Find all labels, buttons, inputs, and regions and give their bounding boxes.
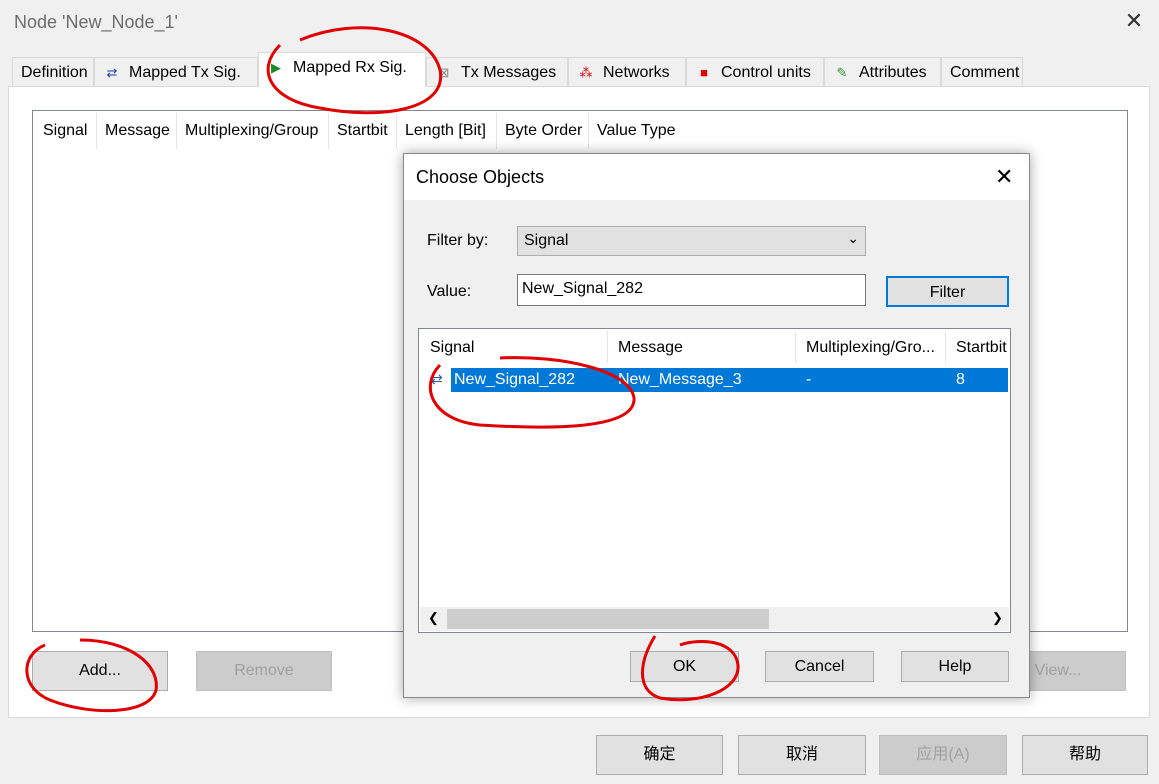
window-title: Node 'New_Node_1' xyxy=(14,12,178,32)
column-header[interactable]: Length [Bit] xyxy=(397,113,497,149)
horizontal-scrollbar[interactable]: ❮ ❯ xyxy=(420,607,1009,631)
tab-control-units[interactable]: ■ Control units xyxy=(686,57,824,86)
filter-by-select[interactable]: Signal ⌄ xyxy=(517,226,866,256)
tab-label: Mapped Tx Sig. xyxy=(129,64,241,81)
column-header[interactable]: Message xyxy=(97,113,177,149)
column-header[interactable]: Signal xyxy=(35,113,97,149)
tab-label: Control units xyxy=(721,64,811,81)
choose-objects-dialog: Choose Objects ✕ Filter by: Signal ⌄ Val… xyxy=(403,153,1030,698)
filter-by-label: Filter by: xyxy=(427,232,489,249)
column-header[interactable]: Message xyxy=(608,331,796,363)
mapped-rx-icon: ▶ xyxy=(271,60,281,75)
column-header[interactable]: Multiplexing/Group xyxy=(177,113,329,149)
tab-attributes[interactable]: ✎ Attributes xyxy=(824,57,941,86)
tab-networks[interactable]: ⁂ Networks xyxy=(568,57,686,86)
dialog-cancel-button[interactable]: Cancel xyxy=(765,651,874,682)
column-header[interactable]: Value Type xyxy=(589,113,1125,149)
tab-label: Mapped Rx Sig. xyxy=(293,59,407,76)
tab-label: Comment xyxy=(950,64,1020,81)
apply-button: 应用(A) xyxy=(879,735,1007,775)
column-header[interactable]: Multiplexing/Gro... xyxy=(796,331,946,363)
tab-comment[interactable]: Comment xyxy=(941,57,1023,86)
scroll-right-icon[interactable]: ❯ xyxy=(992,610,1003,626)
message-icon: ⊠ xyxy=(438,65,450,80)
filter-button[interactable]: Filter xyxy=(886,276,1009,307)
remove-button: Remove xyxy=(196,651,332,691)
ok-button[interactable]: 确定 xyxy=(596,735,723,775)
value-label: Value: xyxy=(427,283,472,300)
value-input[interactable]: New_Signal_282 xyxy=(517,274,866,306)
dialog-ok-button[interactable]: OK xyxy=(630,651,739,682)
filter-by-value: Signal xyxy=(524,232,569,249)
dialog-title: Choose Objects xyxy=(404,154,1029,200)
attributes-icon: ✎ xyxy=(836,65,848,80)
dialog-help-button[interactable]: Help xyxy=(901,651,1009,682)
scrollbar-thumb[interactable] xyxy=(447,609,769,629)
control-unit-icon: ■ xyxy=(700,65,708,80)
scroll-left-icon[interactable]: ❮ xyxy=(428,610,439,626)
tab-mapped-rx[interactable]: ▶ Mapped Rx Sig. xyxy=(258,52,426,87)
cancel-button[interactable]: 取消 xyxy=(738,735,866,775)
tab-label: Definition xyxy=(21,64,88,81)
help-button[interactable]: 帮助 xyxy=(1022,735,1148,775)
table-row[interactable]: New_Signal_282 New_Message_3 - 8 xyxy=(451,368,1008,392)
tab-label: Attributes xyxy=(859,64,927,81)
tab-label: Networks xyxy=(603,64,670,81)
cell-message: New_Message_3 xyxy=(618,371,742,388)
chevron-down-icon: ⌄ xyxy=(847,230,859,246)
column-header[interactable]: Byte Order xyxy=(497,113,589,149)
column-header[interactable]: Signal xyxy=(420,331,608,363)
objects-list[interactable]: Signal Message Multiplexing/Gro... Start… xyxy=(418,328,1011,633)
column-header[interactable]: Startbit xyxy=(329,113,397,149)
tab-label: Tx Messages xyxy=(461,64,557,81)
cell-multiplexing: - xyxy=(806,371,812,388)
tab-definition[interactable]: Definition xyxy=(12,57,94,86)
tab-mapped-tx[interactable]: ⇄ Mapped Tx Sig. xyxy=(94,57,258,86)
network-icon: ⁂ xyxy=(579,65,593,80)
add-button[interactable]: Add... xyxy=(32,651,168,691)
column-header[interactable]: Startbit xyxy=(946,331,1010,363)
close-icon[interactable]: ✕ xyxy=(1122,8,1146,34)
signal-icon: ⇄ xyxy=(431,371,443,387)
cell-startbit: 8 xyxy=(956,371,965,388)
mapped-tx-icon: ⇄ xyxy=(106,65,118,80)
tab-tx-messages[interactable]: ⊠ Tx Messages xyxy=(426,57,568,86)
cell-signal: New_Signal_282 xyxy=(454,371,575,388)
dialog-close-icon[interactable]: ✕ xyxy=(995,164,1013,190)
